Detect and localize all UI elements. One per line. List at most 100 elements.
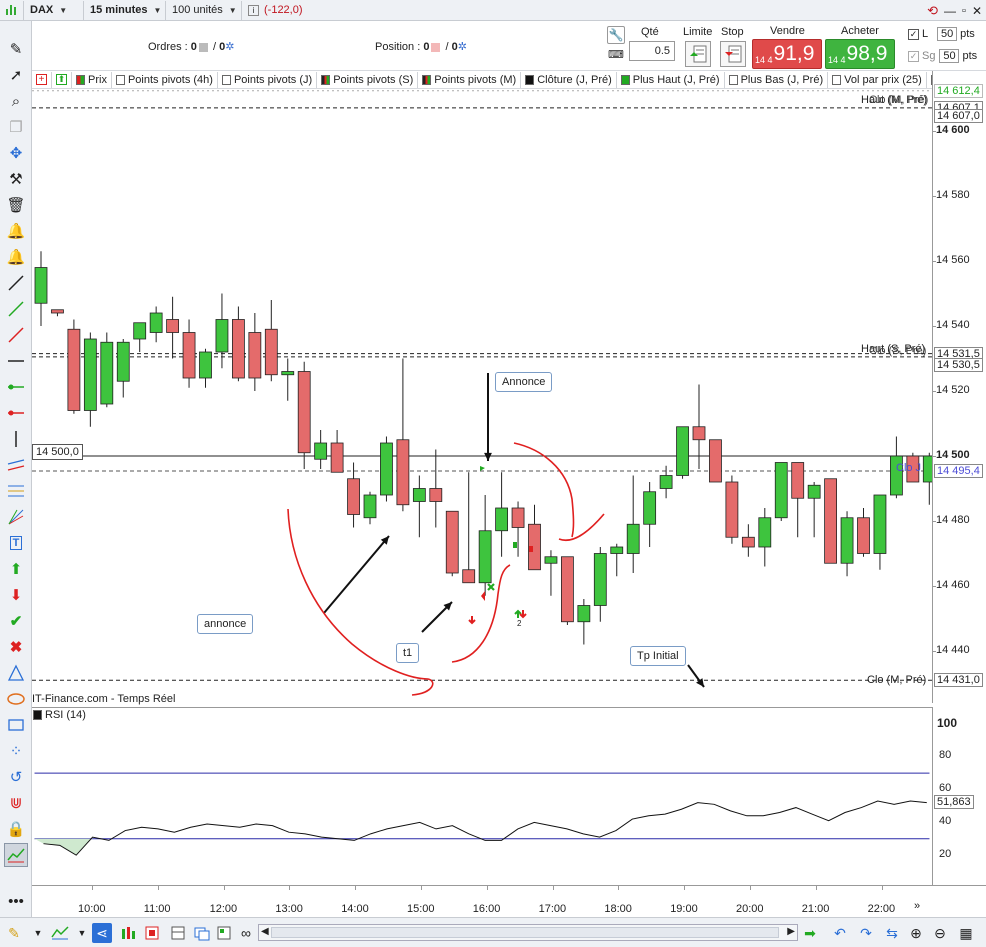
sg-value[interactable]: 50 bbox=[939, 49, 960, 63]
chevron-down-icon[interactable]: ▼ bbox=[28, 923, 48, 943]
grid-icon[interactable]: ▦ bbox=[956, 923, 976, 943]
red-line-icon[interactable] bbox=[4, 323, 28, 347]
price-scale[interactable]: 14 600 14 580 14 560 14 540 14 520 14 500 14 4… bbox=[932, 71, 986, 703]
zoom-out-icon[interactable]: ⊖ bbox=[930, 923, 950, 943]
hammer-icon[interactable]: ⚒ bbox=[4, 167, 28, 191]
indicator-pivots-j[interactable]: Points pivots (J) bbox=[218, 71, 318, 88]
l-checkbox[interactable]: ✓ bbox=[908, 28, 919, 40]
indicator-pivots-4h[interactable]: Points pivots (4h) bbox=[112, 71, 218, 88]
l-value[interactable]: 50 bbox=[937, 27, 958, 41]
check-icon[interactable]: ✔ bbox=[4, 609, 28, 633]
chevron-down-icon[interactable]: ▼ bbox=[72, 923, 92, 943]
layout-icon[interactable] bbox=[168, 923, 188, 943]
move-icon[interactable]: ✥ bbox=[4, 141, 28, 165]
hline-price-tag[interactable]: 14 500,0 bbox=[32, 444, 83, 460]
cross-icon[interactable]: ✖ bbox=[4, 635, 28, 659]
glasses-icon[interactable]: ∞ bbox=[236, 923, 256, 943]
red-hline-icon[interactable] bbox=[4, 401, 28, 425]
go-right-icon[interactable]: ➡ bbox=[800, 923, 820, 943]
scroll-more-icon[interactable]: » bbox=[914, 900, 920, 912]
refresh-icon[interactable]: ⟲ bbox=[927, 3, 938, 19]
pnl-display[interactable]: i (-122,0) bbox=[242, 1, 309, 20]
rectangle-icon[interactable] bbox=[4, 713, 28, 737]
replay-icon[interactable]: ↺ bbox=[4, 765, 28, 789]
timeframe-selector[interactable]: 15 minutes ▼ bbox=[84, 0, 166, 20]
symbol-selector[interactable]: DAX ▼ bbox=[24, 0, 84, 20]
template-icon[interactable] bbox=[142, 923, 162, 943]
text-icon[interactable]: T bbox=[4, 531, 28, 555]
points-icon[interactable]: ⁘ bbox=[4, 739, 28, 763]
green-hline-icon[interactable] bbox=[4, 375, 28, 399]
windows-icon[interactable] bbox=[192, 923, 212, 943]
buy-button[interactable]: 14 4 98,9 bbox=[825, 39, 895, 69]
horizontal-line-icon[interactable] bbox=[4, 349, 28, 373]
chart-type-icon[interactable] bbox=[50, 923, 70, 943]
cursor-icon[interactable]: ➚ bbox=[4, 63, 28, 87]
link-icon[interactable] bbox=[214, 923, 234, 943]
note-tp-initial[interactable]: Tp Initial bbox=[630, 646, 686, 666]
indicator-settings-button[interactable]: ⬆ bbox=[52, 71, 72, 88]
undo-icon[interactable]: ↶ bbox=[830, 923, 850, 943]
close-icon[interactable]: ✕ bbox=[972, 4, 982, 18]
sg-checkbox[interactable]: ✓ bbox=[908, 50, 919, 62]
note-t1[interactable]: t1 bbox=[396, 643, 420, 663]
indicator-pivots-m[interactable]: Points pivots (M) bbox=[418, 71, 522, 88]
position-status[interactable]: Position : 0 / 0✲ bbox=[375, 40, 467, 53]
lock-icon[interactable]: 🔒 bbox=[4, 817, 28, 841]
trash-icon[interactable]: 🗑 bbox=[4, 193, 28, 217]
limit-button[interactable] bbox=[685, 41, 711, 67]
zoom-in-icon[interactable]: ⊕ bbox=[906, 923, 926, 943]
indicator-vol-prix[interactable]: Vol par prix (25) bbox=[828, 71, 927, 88]
time-axis[interactable]: 10:00 11:00 12:00 13:00 14:00 15:00 16:00 17:00… bbox=[32, 885, 986, 915]
triangle-icon[interactable] bbox=[4, 661, 28, 685]
pencil-icon[interactable]: ✎ bbox=[4, 37, 28, 61]
alert-add-icon[interactable]: 🔔 bbox=[4, 219, 28, 243]
indicator-prix[interactable]: Prix bbox=[72, 71, 112, 88]
share-icon[interactable]: ⋖ bbox=[92, 923, 112, 943]
units-selector[interactable]: 100 unités ▼ bbox=[166, 0, 242, 20]
pencil-icon[interactable]: ✎ bbox=[4, 923, 24, 943]
zoom-icon[interactable]: ⌕ bbox=[4, 89, 28, 113]
note-annonce-left[interactable]: annonce bbox=[197, 614, 254, 634]
sell-button[interactable]: 14 4 91,9 bbox=[752, 39, 822, 69]
price-chart[interactable] bbox=[32, 89, 932, 703]
channel-icon[interactable] bbox=[4, 453, 28, 477]
fan-icon[interactable] bbox=[4, 505, 28, 529]
green-line-icon[interactable] bbox=[4, 297, 28, 321]
orders-status[interactable]: Ordres : 0 / 0✲ bbox=[148, 40, 234, 53]
maximize-icon[interactable]: ▫ bbox=[962, 5, 966, 17]
more-icon[interactable]: ••• bbox=[4, 889, 28, 913]
vertical-line-icon[interactable] bbox=[4, 427, 28, 451]
minimize-icon[interactable]: — bbox=[944, 4, 956, 18]
indicator-plus-haut[interactable]: Plus Haut (J, Pré) bbox=[617, 71, 725, 88]
indicator-cloture[interactable]: Clôture (J, Pré) bbox=[521, 71, 617, 88]
indicator-icon[interactable] bbox=[4, 843, 28, 867]
copy-icon[interactable]: ❐ bbox=[4, 115, 28, 139]
fibonacci-icon[interactable] bbox=[4, 479, 28, 503]
keypad-icon[interactable]: ⌨ bbox=[607, 48, 625, 64]
qty-input[interactable]: 0.5 bbox=[629, 41, 675, 61]
indicator-plus-bas[interactable]: Plus Bas (J, Pré) bbox=[725, 71, 829, 88]
stop-panel[interactable]: Stop bbox=[715, 22, 751, 70]
arrow-up-icon[interactable]: ⬆ bbox=[4, 557, 28, 581]
market-icon[interactable] bbox=[0, 0, 24, 20]
bars-icon[interactable] bbox=[118, 923, 138, 943]
note-annonce-top[interactable]: Annonce bbox=[495, 372, 553, 392]
indicator-pivots-s[interactable]: Points pivots (S) bbox=[317, 71, 419, 88]
scroll-right-icon[interactable]: ▶ bbox=[787, 926, 795, 937]
gear-icon[interactable]: ✲ bbox=[458, 41, 467, 53]
wrench-icon[interactable]: 🔧 bbox=[607, 26, 625, 44]
gear-icon[interactable]: ✲ bbox=[225, 41, 234, 53]
scroll-left-icon[interactable]: ◀ bbox=[261, 926, 269, 937]
limit-panel[interactable]: Limite bbox=[680, 22, 712, 70]
ellipse-icon[interactable] bbox=[4, 687, 28, 711]
rsi-chart[interactable] bbox=[32, 707, 932, 885]
stop-button[interactable] bbox=[720, 41, 746, 67]
line-icon[interactable] bbox=[4, 271, 28, 295]
horizontal-scrollbar[interactable]: ◀ ▶ bbox=[258, 924, 798, 941]
rsi-scale[interactable]: 100 80 60 40 20 51,863 bbox=[932, 707, 986, 885]
swap-icon[interactable]: ⇆ bbox=[882, 923, 902, 943]
bell-icon[interactable]: 🔔 bbox=[4, 245, 28, 269]
add-indicator-button[interactable]: + bbox=[32, 71, 52, 88]
redo-icon[interactable]: ↷ bbox=[856, 923, 876, 943]
